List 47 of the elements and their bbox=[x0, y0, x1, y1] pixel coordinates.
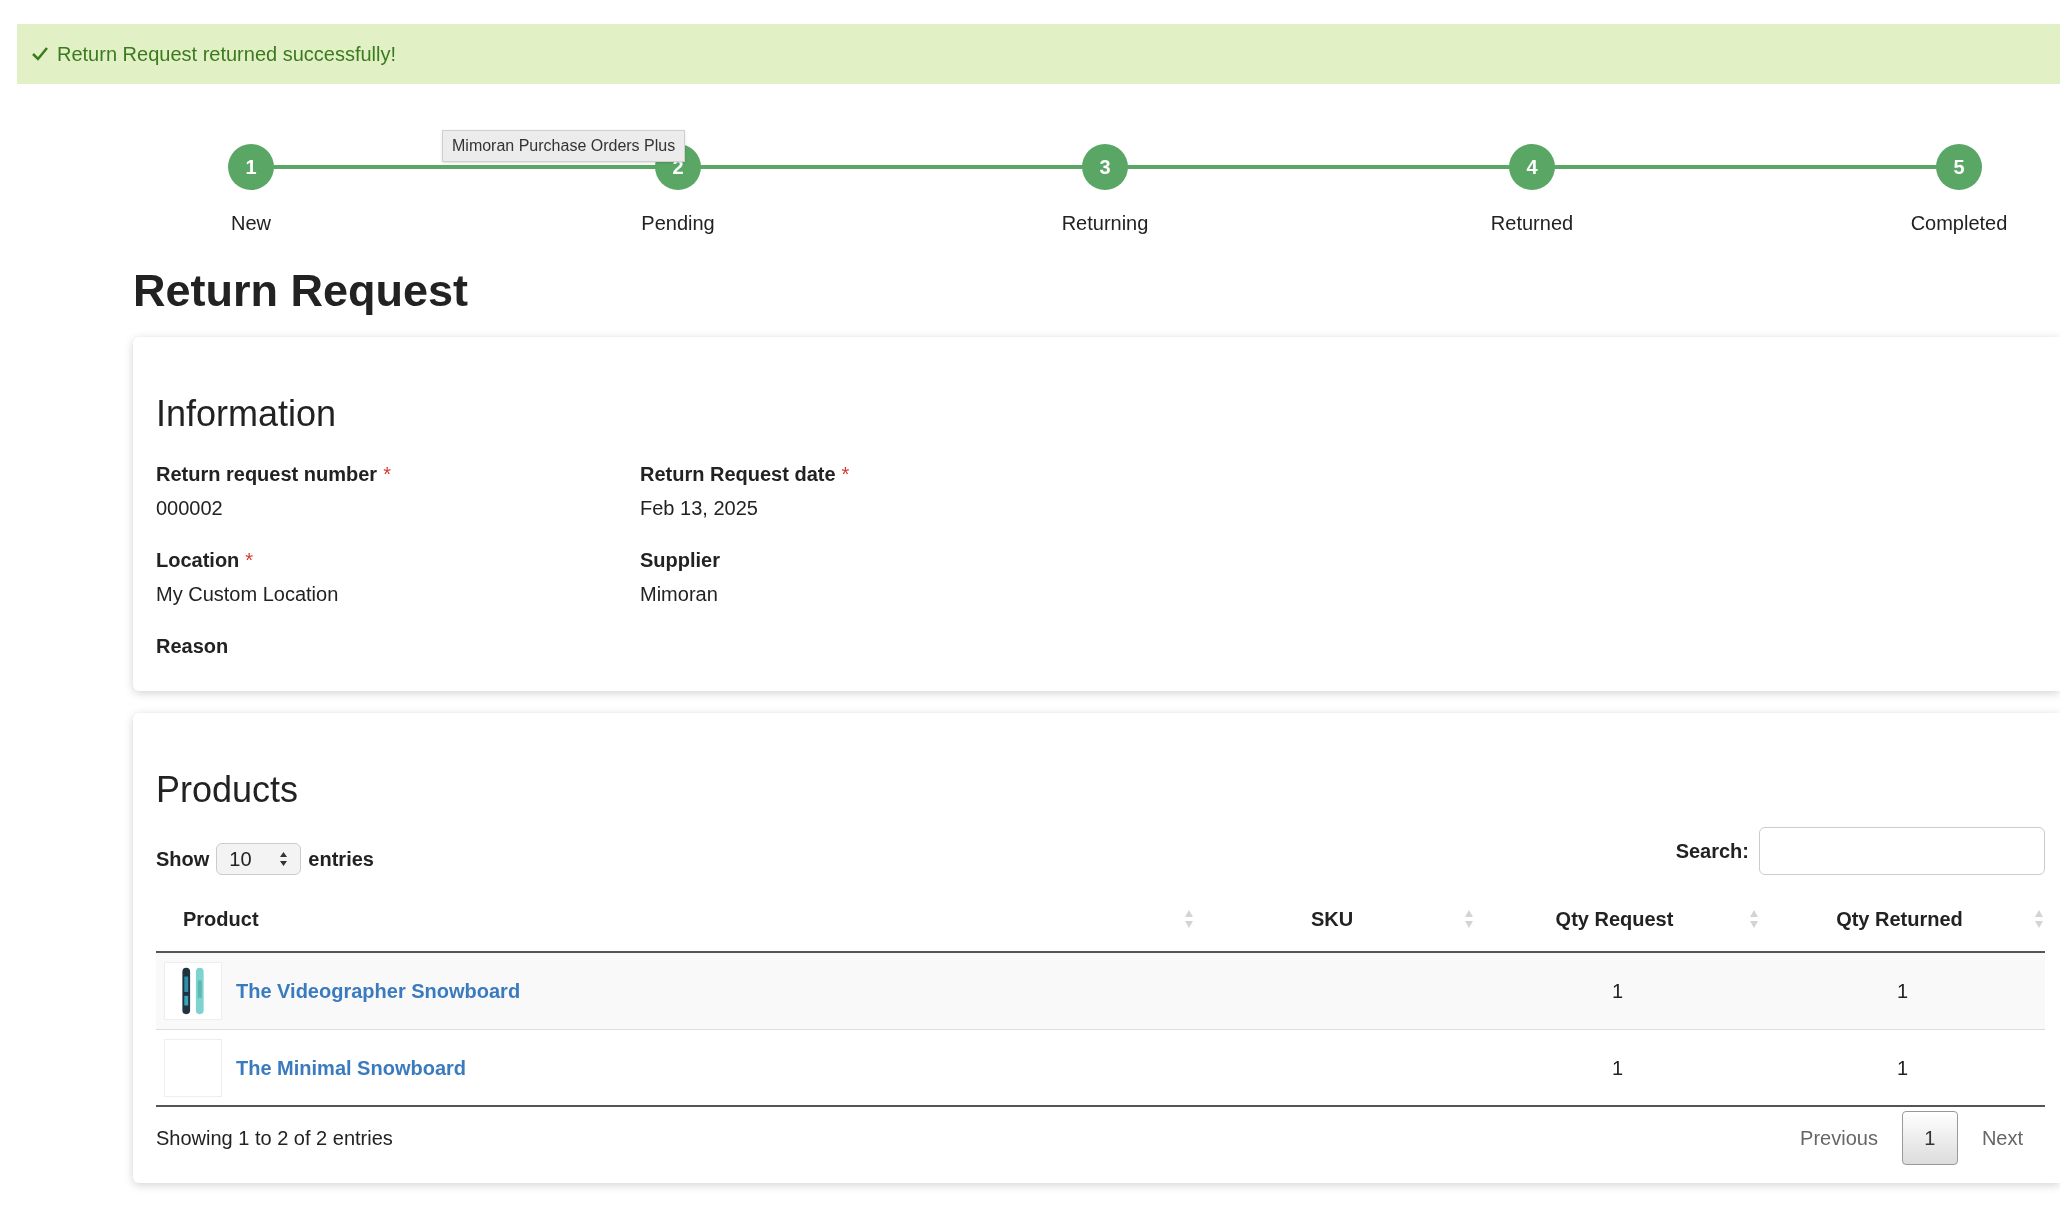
step-label: Completed bbox=[1910, 211, 2008, 236]
sort-icon bbox=[1749, 909, 1759, 929]
search-label: Search: bbox=[1675, 839, 1749, 864]
required-mark: * bbox=[383, 462, 391, 487]
sort-icon bbox=[1464, 909, 1474, 929]
field-label: Return Request date bbox=[640, 462, 836, 487]
section-heading: Information bbox=[156, 392, 338, 436]
show-label: Show bbox=[156, 847, 210, 872]
field-value: Feb 13, 2025 bbox=[640, 496, 759, 521]
updown-icon bbox=[279, 851, 289, 867]
alert-message: Return Request returned successfully! bbox=[57, 42, 397, 67]
checkmark-icon bbox=[31, 46, 49, 62]
section-heading: Products bbox=[156, 768, 300, 812]
previous-button[interactable]: Previous bbox=[1788, 1111, 1890, 1165]
step-label: Returning bbox=[1061, 211, 1149, 236]
field-label: Supplier bbox=[640, 548, 721, 573]
entries-label: entries bbox=[308, 847, 374, 872]
sort-icon bbox=[2034, 909, 2044, 929]
table-cell: 1 bbox=[1896, 1056, 1909, 1079]
search-field[interactable] bbox=[1759, 827, 2045, 875]
field-label: Reason bbox=[156, 634, 230, 659]
field-value: 000002 bbox=[156, 496, 224, 521]
page-button[interactable]: 1 bbox=[1901, 1111, 1958, 1165]
column-header[interactable]: Qty Request bbox=[1486, 904, 1743, 934]
table-cell: 1 bbox=[1611, 1056, 1624, 1079]
step-label: Returned bbox=[1490, 211, 1574, 236]
table-cell: 1 bbox=[1896, 980, 1909, 1002]
required-mark: * bbox=[245, 548, 254, 573]
field-value: Mimoran bbox=[640, 582, 719, 607]
sort-icon bbox=[1184, 909, 1194, 929]
tooltip: Mimoran Purchase Orders Plus bbox=[442, 130, 686, 162]
table-summary: Showing 1 to 2 of 2 entries bbox=[156, 1126, 393, 1151]
step-label: Pending bbox=[641, 211, 715, 236]
product-link[interactable]: The Videographer Snowboard bbox=[236, 976, 521, 1006]
field-label: Return request number bbox=[156, 462, 378, 487]
required-mark: * bbox=[841, 462, 850, 487]
column-header[interactable]: Product bbox=[183, 904, 259, 934]
column-header[interactable]: SKU bbox=[1206, 904, 1458, 934]
next-button[interactable]: Next bbox=[1969, 1111, 2035, 1165]
table-cell: 1 bbox=[1611, 980, 1624, 1002]
page-title: Return Request bbox=[133, 268, 470, 313]
step-label: New bbox=[231, 211, 271, 236]
field-value: My Custom Location bbox=[156, 582, 340, 607]
column-header[interactable]: Qty Returned bbox=[1771, 904, 2028, 934]
product-link[interactable]: The Minimal Snowboard bbox=[236, 1052, 466, 1083]
page-size-select[interactable]: 10 bbox=[216, 843, 302, 875]
field-label: Location bbox=[156, 548, 240, 573]
